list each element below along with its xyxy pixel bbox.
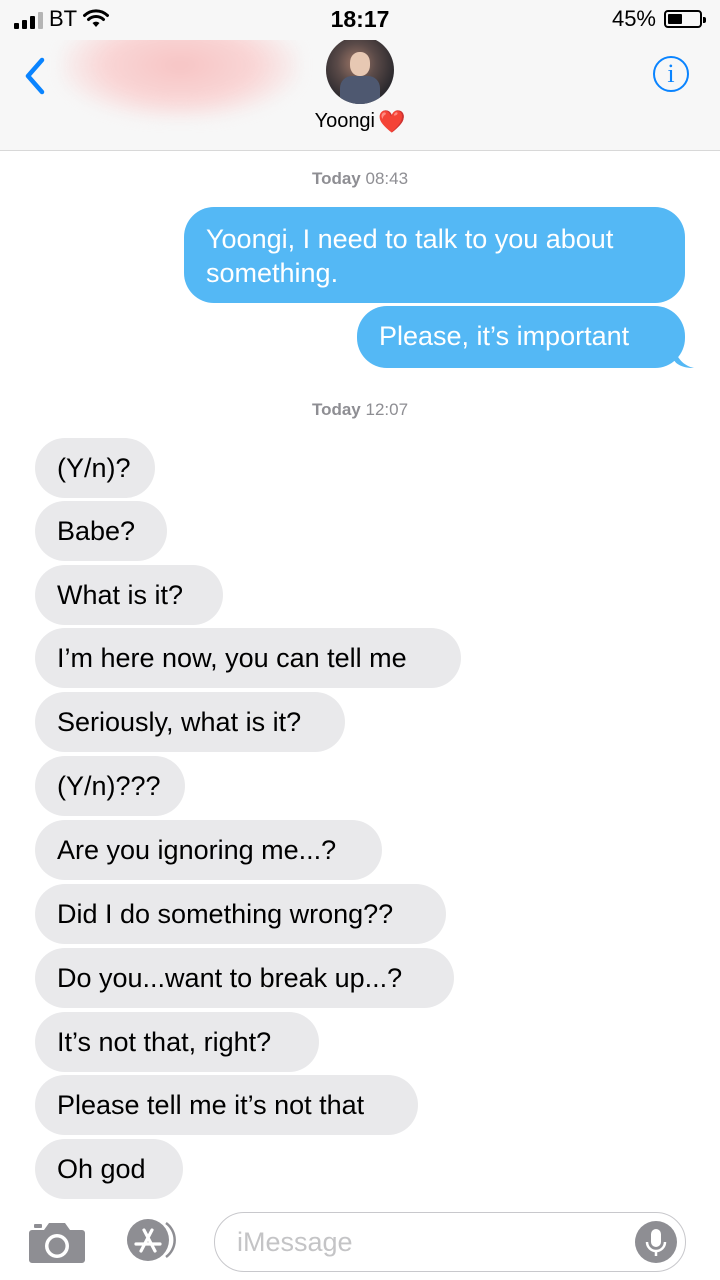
info-icon[interactable]: i bbox=[653, 56, 689, 92]
message-input[interactable] bbox=[235, 1213, 619, 1271]
camera-icon[interactable] bbox=[28, 1220, 86, 1264]
microphone-icon[interactable] bbox=[635, 1221, 677, 1263]
received-message[interactable]: What is it? bbox=[35, 565, 223, 625]
message-input-container[interactable] bbox=[214, 1212, 686, 1272]
contact-name[interactable]: Yoongi ❤️ bbox=[0, 110, 720, 133]
avatar[interactable] bbox=[326, 36, 394, 104]
status-bar: BT 18:17 45% bbox=[0, 0, 720, 40]
contact-name-label: Yoongi bbox=[314, 110, 376, 132]
received-message[interactable]: I’m here now, you can tell me bbox=[35, 628, 461, 688]
timestamp: Today 08:43 bbox=[311, 169, 409, 188]
sent-message[interactable]: Please, it’s important bbox=[357, 306, 685, 368]
received-message[interactable]: Do you...want to break up...? bbox=[35, 948, 454, 1008]
received-message[interactable]: Babe? bbox=[35, 501, 167, 561]
compose-bar bbox=[0, 1200, 720, 1280]
timestamp: Today 12:07 bbox=[311, 400, 409, 419]
received-message[interactable]: Oh god bbox=[35, 1139, 183, 1199]
app-store-icon[interactable] bbox=[122, 1218, 182, 1262]
received-message[interactable]: It’s not that, right? bbox=[35, 1012, 319, 1072]
status-right: 45% bbox=[611, 6, 706, 32]
chevron-left-icon[interactable] bbox=[20, 56, 50, 96]
bubble-tail bbox=[674, 346, 694, 368]
received-message[interactable]: (Y/n)??? bbox=[35, 756, 185, 816]
received-message[interactable]: Seriously, what is it? bbox=[35, 692, 345, 752]
battery-nub bbox=[703, 17, 706, 23]
received-message[interactable]: Did I do something wrong?? bbox=[35, 884, 446, 944]
battery-fill bbox=[668, 14, 682, 24]
received-message[interactable]: Are you ignoring me...? bbox=[35, 820, 382, 880]
heart-icon: ❤️ bbox=[378, 108, 406, 134]
battery-icon bbox=[664, 10, 706, 28]
received-message[interactable]: Please tell me it’s not that bbox=[35, 1075, 418, 1135]
received-message[interactable]: (Y/n)? bbox=[35, 438, 155, 498]
sent-message[interactable]: Yoongi, I need to talk to you about some… bbox=[184, 207, 685, 303]
battery-percent: 45% bbox=[611, 6, 656, 31]
